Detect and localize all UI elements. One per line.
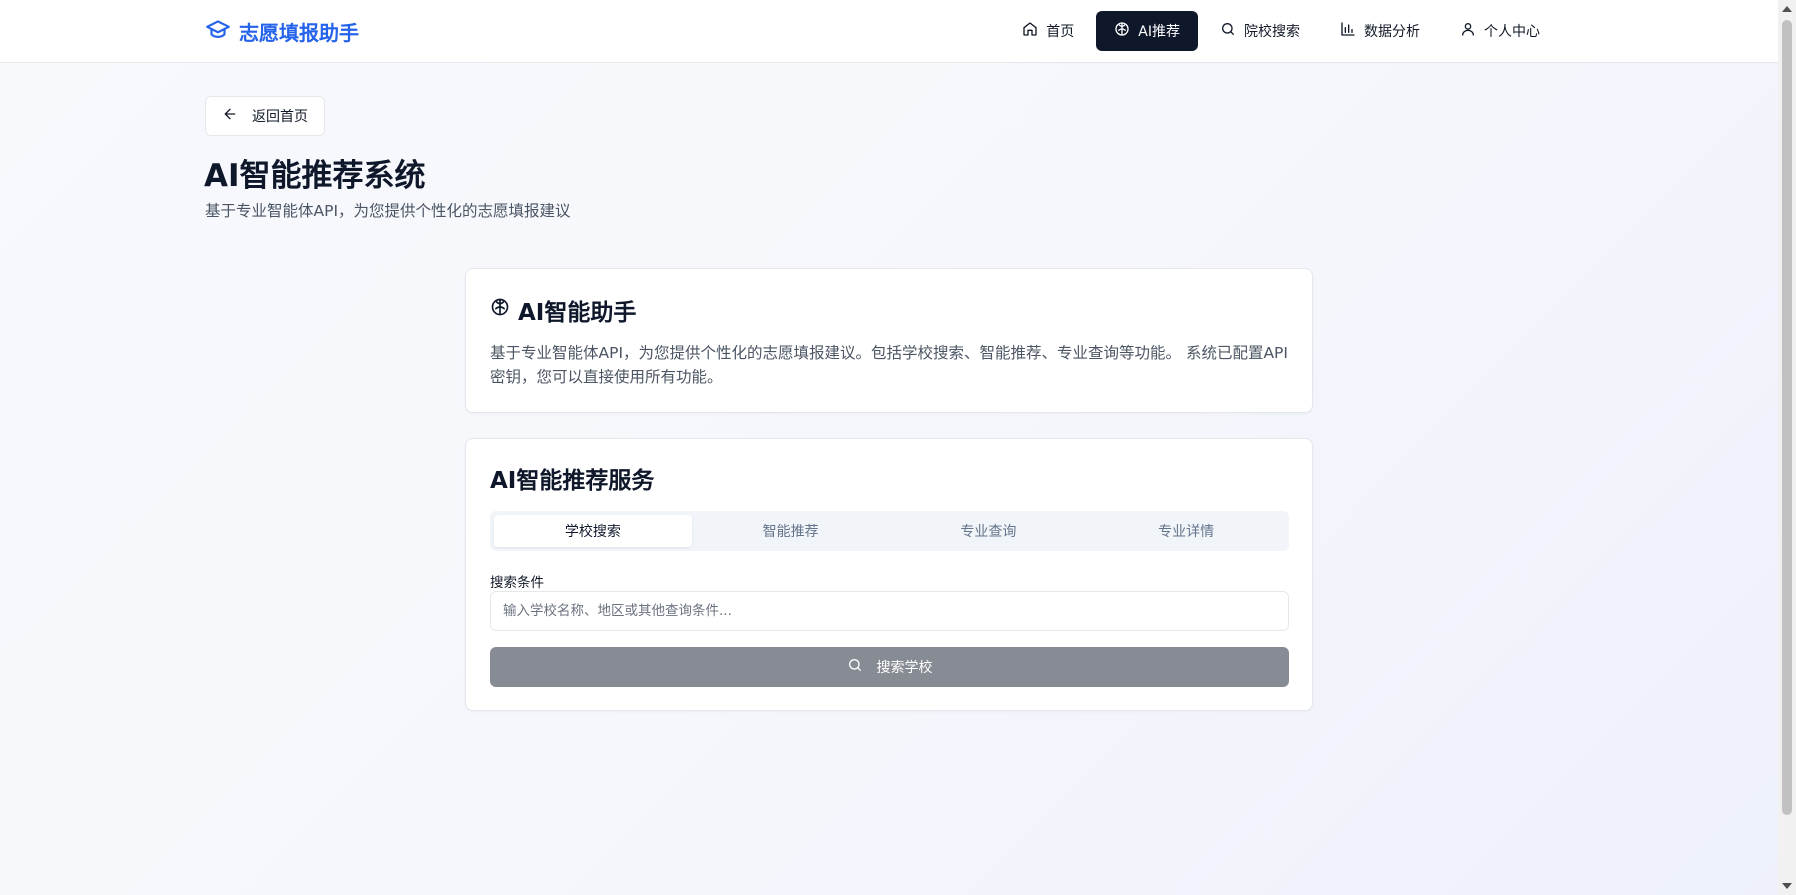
nav-item-profile[interactable]: 个人中心: [1442, 11, 1558, 51]
search-icon: [847, 657, 863, 677]
top-header: 志愿填报助手 首页 AI推荐 院校搜索 数据分析 个人中心: [0, 0, 1778, 63]
scrollbar-thumb[interactable]: [1782, 20, 1792, 815]
tab-major-detail[interactable]: 专业详情: [1087, 515, 1285, 547]
ai-assistant-title-text: AI智能助手: [518, 300, 637, 326]
ai-assistant-card: AI智能助手 基于专业智能体API，为您提供个性化的志愿填报建议。包括学校搜索、…: [465, 268, 1313, 413]
page-title: AI智能推荐系统: [204, 158, 426, 194]
ai-service-card: AI智能推荐服务 学校搜索 智能推荐 专业查询 专业详情 搜索条件 搜索学校: [465, 438, 1313, 711]
scroll-up-arrow-icon[interactable]: [1782, 6, 1792, 12]
nav-label: AI推荐: [1138, 24, 1180, 40]
search-school-button[interactable]: 搜索学校: [490, 647, 1289, 687]
nav-item-home[interactable]: 首页: [1004, 11, 1092, 51]
user-icon: [1460, 21, 1476, 41]
tab-school-search[interactable]: 学校搜索: [494, 515, 692, 547]
search-input[interactable]: [490, 591, 1289, 631]
scroll-down-arrow-icon[interactable]: [1782, 883, 1792, 889]
graduation-cap-icon: [205, 16, 231, 47]
bar-chart-icon: [1340, 21, 1356, 41]
tab-smart-recommend[interactable]: 智能推荐: [692, 515, 890, 547]
ai-assistant-title: AI智能助手: [490, 293, 636, 327]
brand-logo[interactable]: 志愿填报助手: [205, 16, 359, 46]
nav-label: 首页: [1046, 24, 1075, 40]
nav-label: 个人中心: [1484, 24, 1540, 40]
nav-item-school-search[interactable]: 院校搜索: [1202, 11, 1318, 51]
nav-label: 院校搜索: [1244, 24, 1300, 40]
back-home-button[interactable]: 返回首页: [205, 96, 325, 136]
home-icon: [1022, 21, 1038, 41]
nav-item-data-analysis[interactable]: 数据分析: [1322, 11, 1438, 51]
search-icon: [1220, 21, 1236, 41]
nav-label: 数据分析: [1364, 24, 1420, 40]
back-button-label: 返回首页: [252, 109, 308, 125]
search-condition-label: 搜索条件: [490, 575, 544, 591]
arrow-left-icon: [222, 106, 238, 126]
main-nav: 首页 AI推荐 院校搜索 数据分析 个人中心: [1004, 11, 1558, 51]
brain-icon: [1114, 21, 1130, 41]
search-button-label: 搜索学校: [876, 660, 933, 676]
page-subtitle: 基于专业智能体API，为您提供个性化的志愿填报建议: [205, 202, 571, 220]
brain-icon: [490, 297, 510, 323]
nav-item-ai-recommend[interactable]: AI推荐: [1096, 11, 1198, 51]
service-title: AI智能推荐服务: [490, 468, 655, 494]
tab-major-query[interactable]: 专业查询: [890, 515, 1088, 547]
service-tabs: 学校搜索 智能推荐 专业查询 专业详情: [490, 511, 1289, 551]
ai-assistant-description: 基于专业智能体API，为您提供个性化的志愿填报建议。包括学校搜索、智能推荐、专业…: [490, 344, 1288, 386]
brand-name: 志愿填报助手: [239, 20, 359, 45]
vertical-scrollbar[interactable]: [1778, 0, 1796, 895]
